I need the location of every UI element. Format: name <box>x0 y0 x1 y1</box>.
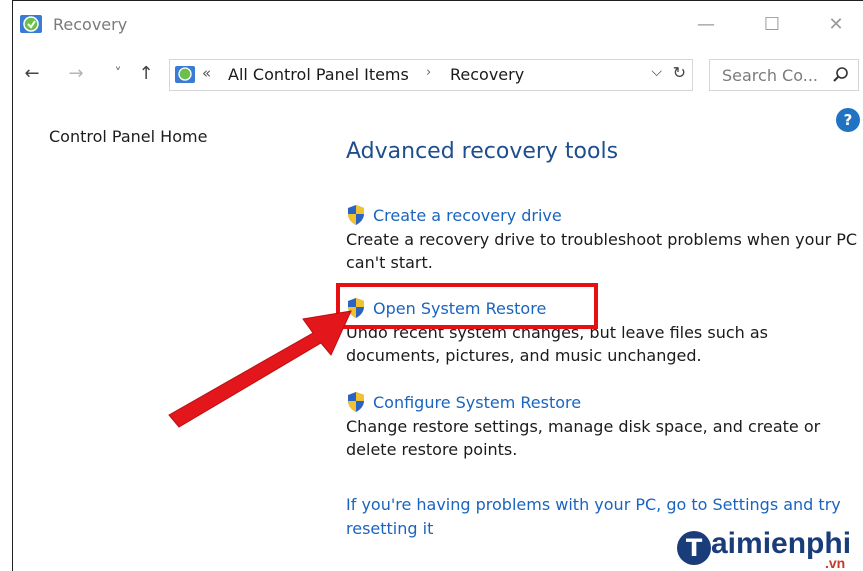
task-configure-system-restore: Configure System Restore Change restore … <box>346 391 863 461</box>
configure-system-restore-description: Change restore settings, manage disk spa… <box>346 417 821 459</box>
recovery-window: Recovery — ☐ ✕ ← → ˅ ↑ « All Control Pan… <box>12 0 863 571</box>
window-title: Recovery <box>53 15 128 34</box>
search-box[interactable]: Search Co... <box>709 59 859 91</box>
configure-system-restore-link[interactable]: Configure System Restore <box>346 391 863 413</box>
search-icon[interactable] <box>832 66 850 84</box>
recent-locations-icon[interactable]: ˅ <box>105 59 131 89</box>
recovery-app-icon <box>20 15 42 33</box>
breadcrumb-recovery[interactable]: Recovery <box>450 65 524 84</box>
highlight-box <box>336 283 598 329</box>
breadcrumb-all-control-panel-items[interactable]: All Control Panel Items <box>228 65 409 84</box>
close-button[interactable]: ✕ <box>813 7 859 43</box>
forward-arrow-icon[interactable]: → <box>63 59 89 89</box>
address-bar[interactable]: « All Control Panel Items › Recovery ⌵ ↻ <box>169 59 693 91</box>
search-placeholder: Search Co... <box>722 66 818 85</box>
create-recovery-drive-label[interactable]: Create a recovery drive <box>373 206 562 225</box>
configure-system-restore-label[interactable]: Configure System Restore <box>373 393 581 412</box>
title-bar: Recovery — ☐ ✕ <box>13 1 863 51</box>
minimize-button[interactable]: — <box>683 7 729 43</box>
up-arrow-icon[interactable]: ↑ <box>133 59 159 89</box>
taimienphi-watermark-logo: T aimienphi .vn <box>677 525 863 571</box>
maximize-button[interactable]: ☐ <box>749 7 795 43</box>
red-pointer-arrow-icon <box>168 310 352 428</box>
breadcrumb-overflow[interactable]: « <box>202 64 211 82</box>
help-icon[interactable]: ? <box>836 108 860 132</box>
page-heading: Advanced recovery tools <box>346 139 619 164</box>
uac-shield-icon <box>348 205 364 225</box>
logo-tld: .vn <box>825 555 846 571</box>
breadcrumb-chevron-icon[interactable]: › <box>426 65 431 80</box>
back-arrow-icon[interactable]: ← <box>19 59 45 89</box>
refresh-icon[interactable]: ↻ <box>673 63 686 82</box>
address-dropdown-icon[interactable]: ⌵ <box>651 64 662 80</box>
navigation-row: ← → ˅ ↑ « All Control Panel Items › Reco… <box>13 53 863 97</box>
create-recovery-drive-link[interactable]: Create a recovery drive <box>346 204 863 226</box>
logo-initial: T <box>677 531 711 565</box>
control-panel-icon <box>175 66 195 83</box>
task-create-recovery-drive: Create a recovery drive Create a recover… <box>346 204 863 274</box>
control-panel-home-link[interactable]: Control Panel Home <box>49 127 207 146</box>
create-recovery-drive-description: Create a recovery drive to troubleshoot … <box>346 230 858 272</box>
